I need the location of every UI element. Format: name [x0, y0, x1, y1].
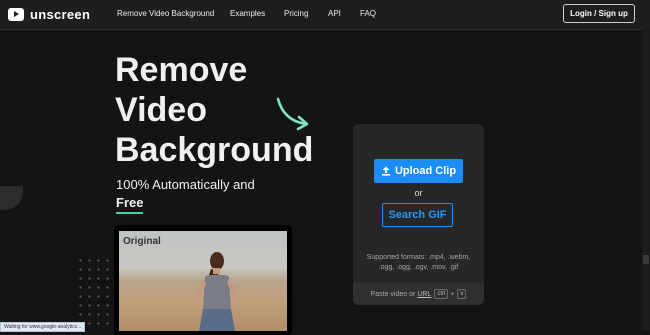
curved-arrow-icon	[276, 97, 309, 131]
search-gif-button[interactable]: Search GIF	[382, 203, 453, 227]
hero-title-line: Remove	[115, 51, 248, 89]
paste-url-link[interactable]: URL	[417, 291, 431, 298]
upload-icon	[381, 166, 391, 176]
paste-hint-bar: Paste video or URL ctrl + v	[353, 283, 484, 305]
nav-link-api[interactable]: API	[328, 9, 341, 18]
formats-line: .ogg, .ogg, .ogv, .mov, .gif	[378, 264, 459, 271]
hero-subtitle: 100% Automatically and	[116, 177, 255, 192]
decorative-dot-grid	[76, 256, 116, 330]
hero-title-line: Background	[115, 131, 314, 169]
browser-status-bar: Waiting for www.google-analytics...	[0, 322, 86, 332]
nav-link-remove-video-background[interactable]: Remove Video Background	[117, 9, 214, 18]
formats-line: Supported formats: .mp4, .webm,	[366, 254, 471, 261]
scrollbar-thumb[interactable]	[643, 255, 649, 264]
nav-link-faq[interactable]: FAQ	[360, 9, 376, 18]
hero-free-highlight: Free	[116, 195, 144, 214]
upload-clip-label: Upload Clip	[394, 165, 457, 177]
paste-hint-text: Paste video or	[370, 290, 416, 298]
upload-clip-button[interactable]: Upload Clip	[374, 159, 463, 183]
kbd-ctrl: ctrl	[434, 289, 449, 299]
top-navbar: unscreen Remove Video Background Example…	[0, 0, 650, 30]
logo[interactable]: unscreen	[8, 7, 90, 22]
kbd-plus: +	[450, 290, 455, 298]
login-signup-button[interactable]: Login / Sign up	[563, 4, 635, 23]
logo-text: unscreen	[30, 7, 91, 22]
kbd-v: v	[457, 289, 467, 299]
decorative-half-circle	[0, 186, 23, 210]
nav-link-examples[interactable]: Examples	[230, 9, 265, 18]
upload-card: Upload Clip or Search GIF Supported form…	[353, 124, 484, 305]
supported-formats-text: Supported formats: .mp4, .webm, .ogg, .o…	[361, 253, 476, 273]
or-separator: or	[414, 188, 423, 198]
nav-link-pricing[interactable]: Pricing	[284, 9, 308, 18]
page-scrollbar[interactable]	[642, 29, 650, 330]
preview-label-original: Original	[123, 236, 161, 247]
video-preview-frame: Original	[114, 225, 292, 335]
play-logo-icon	[8, 8, 24, 21]
